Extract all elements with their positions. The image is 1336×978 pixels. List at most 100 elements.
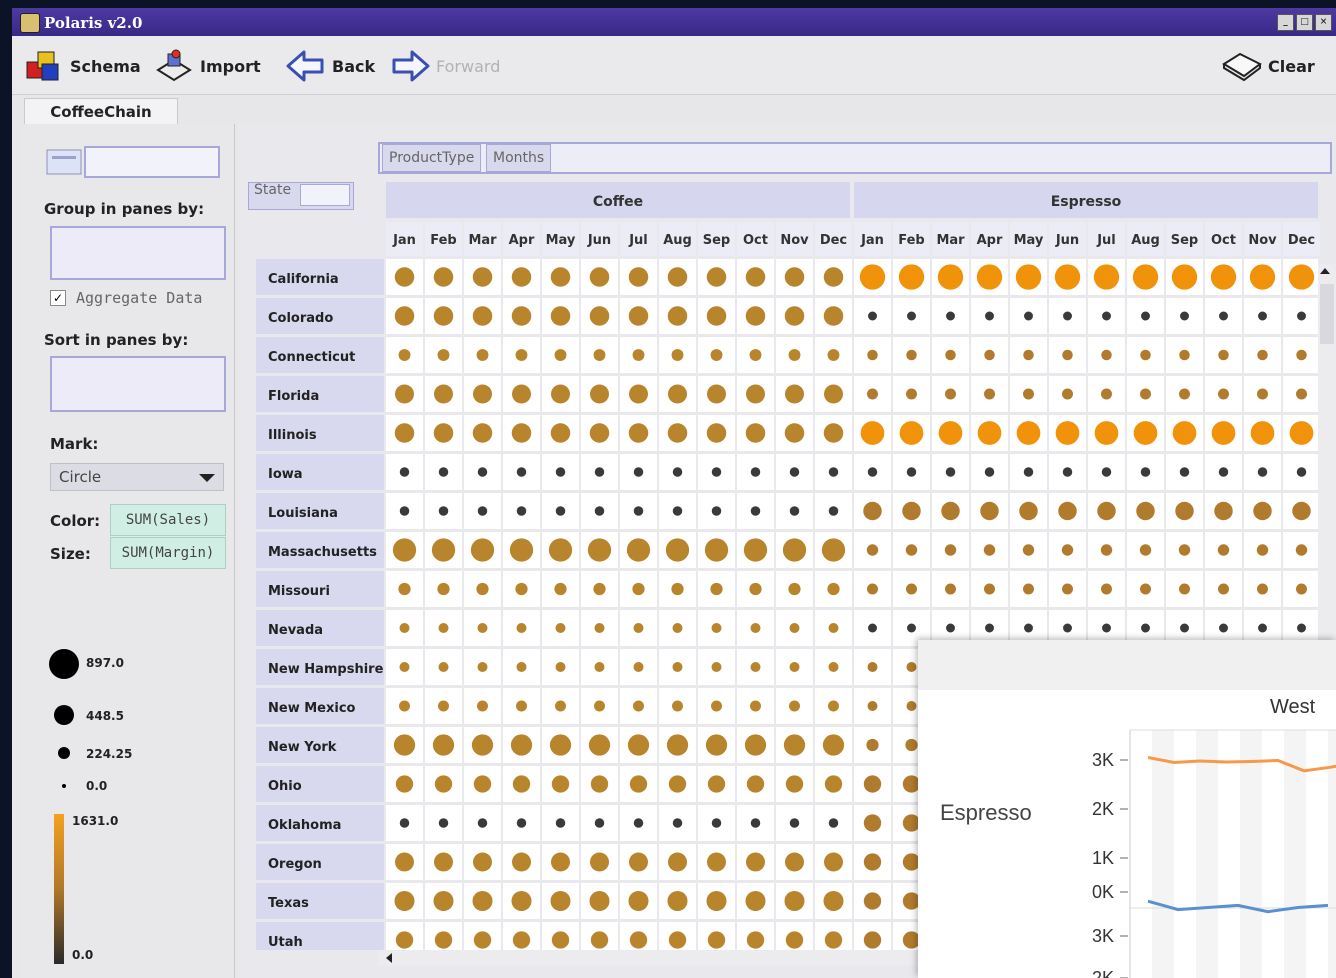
data-mark-circle[interactable] [985, 623, 994, 633]
data-mark-circle[interactable] [750, 506, 761, 516]
data-mark-circle[interactable] [394, 306, 415, 326]
data-mark-circle[interactable] [1058, 501, 1077, 521]
data-mark-circle[interactable] [667, 306, 688, 326]
data-mark-circle[interactable] [516, 622, 527, 634]
data-mark-circle[interactable] [828, 818, 839, 828]
minimize-icon[interactable]: _ [1277, 14, 1294, 31]
data-mark-circle[interactable] [1218, 583, 1229, 595]
data-mark-circle[interactable] [1063, 623, 1072, 633]
data-mark-circle[interactable] [906, 388, 917, 400]
filter-shelf[interactable] [84, 146, 220, 178]
data-mark-circle[interactable] [746, 775, 765, 793]
data-mark-circle[interactable] [746, 931, 765, 949]
data-mark-circle[interactable] [1179, 349, 1190, 361]
data-mark-circle[interactable] [860, 421, 885, 445]
size-field-pill[interactable]: SUM(Margin) [110, 537, 226, 569]
data-mark-circle[interactable] [750, 700, 761, 712]
data-mark-circle[interactable] [1175, 501, 1194, 521]
data-mark-circle[interactable] [828, 467, 839, 477]
data-mark-circle[interactable] [477, 700, 488, 712]
data-mark-circle[interactable] [705, 734, 728, 756]
data-mark-circle[interactable] [511, 852, 532, 872]
data-mark-circle[interactable] [823, 423, 844, 443]
data-mark-circle[interactable] [633, 506, 644, 516]
data-mark-circle[interactable] [706, 306, 727, 326]
data-mark-circle[interactable] [594, 818, 605, 828]
data-mark-circle[interactable] [589, 852, 610, 872]
data-mark-circle[interactable] [784, 890, 805, 912]
data-mark-circle[interactable] [745, 423, 766, 443]
data-mark-circle[interactable] [1296, 388, 1307, 400]
data-mark-circle[interactable] [589, 306, 610, 326]
data-mark-circle[interactable] [867, 467, 878, 477]
data-mark-circle[interactable] [863, 814, 882, 832]
data-mark-circle[interactable] [707, 931, 726, 949]
data-mark-circle[interactable] [515, 349, 528, 361]
data-mark-circle[interactable] [438, 506, 449, 516]
data-mark-circle[interactable] [589, 384, 610, 404]
data-mark-circle[interactable] [711, 818, 722, 828]
data-mark-circle[interactable] [745, 306, 766, 326]
data-mark-circle[interactable] [593, 582, 606, 596]
data-mark-circle[interactable] [672, 700, 683, 712]
data-mark-circle[interactable] [398, 349, 411, 361]
data-mark-circle[interactable] [629, 931, 648, 949]
data-mark-circle[interactable] [784, 852, 805, 872]
data-mark-circle[interactable] [1292, 501, 1311, 521]
data-mark-circle[interactable] [1179, 467, 1190, 477]
data-mark-circle[interactable] [431, 538, 456, 562]
data-mark-circle[interactable] [1055, 421, 1080, 445]
data-mark-circle[interactable] [1217, 544, 1230, 556]
data-mark-circle[interactable] [789, 467, 800, 477]
data-mark-circle[interactable] [471, 734, 494, 756]
data-mark-circle[interactable] [550, 384, 571, 404]
data-mark-circle[interactable] [476, 582, 489, 596]
group-shelf[interactable] [50, 226, 226, 280]
data-mark-circle[interactable] [516, 661, 527, 673]
data-mark-circle[interactable] [555, 818, 566, 828]
data-mark-circle[interactable] [1296, 467, 1307, 477]
data-mark-circle[interactable] [906, 349, 917, 361]
data-mark-circle[interactable] [1139, 544, 1152, 556]
data-mark-circle[interactable] [433, 267, 454, 287]
data-mark-circle[interactable] [710, 349, 723, 361]
maximize-icon[interactable]: □ [1296, 14, 1313, 31]
data-mark-circle[interactable] [594, 661, 605, 673]
data-mark-circle[interactable] [588, 734, 611, 756]
data-mark-circle[interactable] [1094, 421, 1119, 445]
data-mark-circle[interactable] [827, 349, 840, 361]
scroll-thumb[interactable] [1320, 284, 1334, 344]
data-mark-circle[interactable] [868, 311, 877, 321]
data-mark-circle[interactable] [1016, 421, 1041, 445]
data-mark-circle[interactable] [395, 931, 414, 949]
data-mark-circle[interactable] [668, 775, 687, 793]
data-mark-circle[interactable] [511, 384, 532, 404]
data-mark-circle[interactable] [785, 931, 804, 949]
data-mark-circle[interactable] [516, 700, 527, 712]
data-mark-circle[interactable] [750, 661, 761, 673]
data-mark-circle[interactable] [1296, 349, 1307, 361]
data-mark-circle[interactable] [477, 818, 488, 828]
back-button[interactable]: Back [286, 48, 375, 84]
data-mark-circle[interactable] [511, 306, 532, 326]
data-mark-circle[interactable] [473, 775, 492, 793]
data-mark-circle[interactable] [867, 583, 878, 595]
data-mark-circle[interactable] [788, 349, 801, 361]
data-mark-circle[interactable] [399, 467, 410, 477]
data-mark-circle[interactable] [866, 544, 879, 556]
data-mark-circle[interactable] [1172, 421, 1197, 445]
data-mark-circle[interactable] [1295, 544, 1308, 556]
data-mark-circle[interactable] [672, 661, 683, 673]
data-mark-circle[interactable] [750, 818, 761, 828]
data-mark-circle[interactable] [628, 384, 649, 404]
data-mark-circle[interactable] [945, 583, 956, 595]
data-mark-circle[interactable] [859, 264, 886, 290]
data-mark-circle[interactable] [980, 501, 999, 521]
data-mark-circle[interactable] [944, 544, 957, 556]
data-mark-circle[interactable] [476, 349, 489, 361]
data-mark-circle[interactable] [438, 700, 449, 712]
data-mark-circle[interactable] [1140, 583, 1151, 595]
data-mark-circle[interactable] [671, 582, 684, 596]
data-mark-circle[interactable] [550, 423, 571, 443]
data-mark-circle[interactable] [551, 775, 570, 793]
